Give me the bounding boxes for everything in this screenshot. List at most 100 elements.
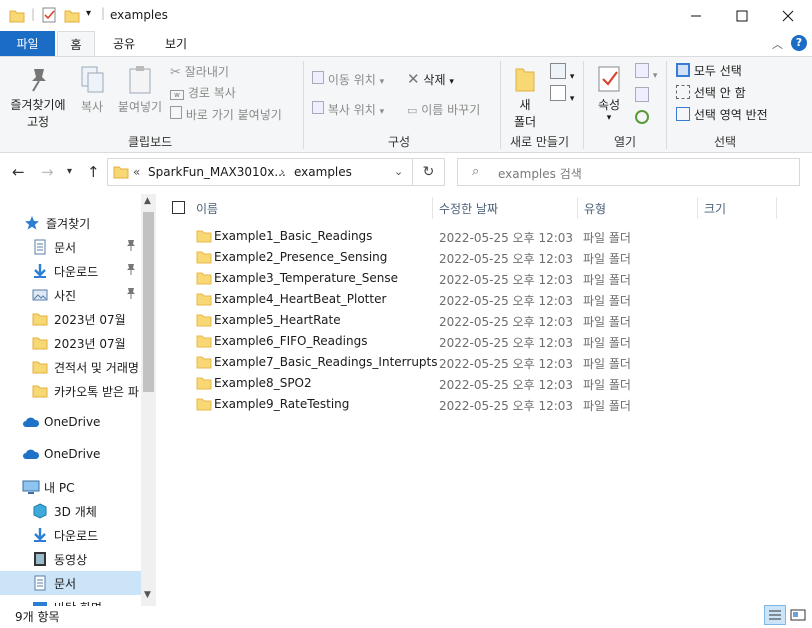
new-item-chevron-icon: ▾ xyxy=(569,72,575,82)
file-row[interactable]: Example6_FIFO_Readings 2022-05-25 오후 12:0… xyxy=(165,331,785,352)
column-divider[interactable] xyxy=(776,197,777,219)
maximize-button[interactable] xyxy=(719,0,765,32)
invert-selection-button[interactable]: 선택 영역 반전 xyxy=(676,106,768,123)
customize-chevron-icon[interactable]: ▾ xyxy=(86,8,91,19)
help-icon[interactable]: ? xyxy=(791,35,807,51)
file-row[interactable]: Example3_Temperature_Sense 2022-05-25 오후 … xyxy=(165,268,785,289)
file-type: 파일 폴더 xyxy=(583,273,631,287)
close-button[interactable] xyxy=(765,0,811,32)
column-header-size[interactable]: 크기 xyxy=(704,196,726,220)
column-header-name[interactable]: 이름 xyxy=(196,196,218,220)
column-divider[interactable] xyxy=(432,197,433,219)
up-arrow-icon[interactable]: ↑ xyxy=(87,163,100,181)
file-row[interactable]: Example4_HeartBeat_Plotter 2022-05-25 오후 … xyxy=(165,289,785,310)
copy-to-button[interactable]: 복사 위치 ▾ xyxy=(312,101,384,118)
nav-item[interactable]: 사진 xyxy=(0,283,142,307)
pin-to-quick-access-button[interactable]: 즐겨찾기에 고정 xyxy=(4,65,72,130)
open-button[interactable]: ▾ xyxy=(635,63,657,81)
search-box[interactable]: ⌕ examples 검색 xyxy=(457,158,800,186)
back-arrow-icon[interactable]: ← xyxy=(12,163,25,181)
copy-path-button[interactable]: w 경로 복사 xyxy=(170,84,236,101)
select-all-checkbox[interactable] xyxy=(172,201,185,214)
collapse-ribbon-icon[interactable]: ︿ xyxy=(772,36,783,52)
nav-scrollbar[interactable]: ▲ ▼ xyxy=(141,194,156,606)
nav-item[interactable]: 3D 개체 xyxy=(0,499,142,523)
select-none-button[interactable]: 선택 안 함 xyxy=(676,84,746,101)
tab-share[interactable]: 공유 xyxy=(104,31,144,56)
nav-item[interactable]: 다운로드 xyxy=(0,523,142,547)
folder-icon xyxy=(196,249,212,268)
rename-button[interactable]: ▭ 이름 바꾸기 xyxy=(407,101,480,118)
file-row[interactable]: Example1_Basic_Readings 2022-05-25 오후 12:… xyxy=(165,226,785,247)
pin-icon xyxy=(126,263,136,278)
new-item-button[interactable]: ▾ xyxy=(550,63,574,82)
tab-home[interactable]: 홈 xyxy=(57,31,95,57)
column-divider[interactable] xyxy=(697,197,698,219)
paste-shortcut-button[interactable]: 바로 가기 붙여넣기 xyxy=(170,106,282,123)
breadcrumb-current[interactable]: examples xyxy=(294,165,352,179)
scrollbar-thumb[interactable] xyxy=(143,212,154,392)
details-view-button[interactable] xyxy=(764,605,786,625)
minimize-button[interactable] xyxy=(673,0,719,32)
properties-quick-icon[interactable] xyxy=(41,7,57,26)
nav-item[interactable]: 문서 xyxy=(0,571,142,595)
nav-item[interactable]: 카카오톡 받은 파 xyxy=(0,379,142,403)
easy-access-button[interactable]: ▾ xyxy=(550,85,574,104)
file-name: Example9_RateTesting xyxy=(214,397,350,411)
nav-item[interactable]: 견적서 및 거래명 xyxy=(0,355,142,379)
nav-item-label: 문서 xyxy=(54,241,77,255)
large-icons-view-button[interactable] xyxy=(790,608,806,625)
new-folder-button[interactable]: 새 폴더 xyxy=(510,65,540,130)
new-item-icon xyxy=(550,63,566,79)
properties-button[interactable]: 속성 ▾ xyxy=(592,65,626,123)
address-bar[interactable]: « SparkFun_MAX3010x... › examples ⌄ xyxy=(107,158,413,186)
address-dropdown-icon[interactable]: ⌄ xyxy=(394,165,403,178)
select-all-button[interactable]: 모두 선택 xyxy=(676,62,742,79)
breadcrumb-separator-icon[interactable]: › xyxy=(280,165,285,179)
video-icon xyxy=(32,551,48,570)
tab-file[interactable]: 파일 xyxy=(0,31,55,56)
column-divider[interactable] xyxy=(577,197,578,219)
refresh-button[interactable]: ↻ xyxy=(413,158,445,186)
large-icons-view-icon xyxy=(790,609,806,621)
nav-item[interactable]: 2023년 07월 xyxy=(0,331,142,355)
column-header-type[interactable]: 유형 xyxy=(584,196,606,220)
nav-item[interactable]: 문서 xyxy=(0,235,142,259)
file-row[interactable]: Example7_Basic_Readings_Interrupts 2022-0… xyxy=(165,352,785,373)
file-row[interactable]: Example5_HeartRate 2022-05-25 오후 12:03 파일 … xyxy=(165,310,785,331)
history-button[interactable] xyxy=(635,110,649,127)
new-folder-icon xyxy=(515,68,535,92)
scissors-icon: ✂ xyxy=(170,65,181,80)
nav-item[interactable]: OneDrive xyxy=(0,443,142,467)
copy-to-icon xyxy=(312,101,324,114)
file-row[interactable]: Example2_Presence_Sensing 2022-05-25 오후 1… xyxy=(165,247,785,268)
nav-item[interactable]: 다운로드 xyxy=(0,259,142,283)
file-name: Example5_HeartRate xyxy=(214,313,341,327)
open-icon xyxy=(635,63,649,78)
forward-arrow-icon[interactable]: → xyxy=(41,163,54,181)
delete-x-icon: ✕ xyxy=(407,70,420,88)
nav-item[interactable]: OneDrive xyxy=(0,411,142,435)
copy-button[interactable]: 복사 xyxy=(76,65,108,115)
nav-item-label: OneDrive xyxy=(44,447,101,461)
breadcrumb-parent[interactable]: SparkFun_MAX3010x... xyxy=(148,165,286,179)
file-modified: 2022-05-25 오후 12:03 xyxy=(439,336,574,350)
tab-view[interactable]: 보기 xyxy=(156,31,196,56)
nav-item[interactable]: 동영상 xyxy=(0,547,142,571)
move-to-button[interactable]: 이동 위치 ▾ xyxy=(312,71,384,88)
column-header-modified[interactable]: 수정한 날짜 xyxy=(439,196,498,220)
nav-item[interactable]: 내 PC xyxy=(0,475,142,499)
edit-button[interactable] xyxy=(635,87,649,105)
scroll-up-icon[interactable]: ▲ xyxy=(144,196,151,206)
nav-item[interactable]: 2023년 07월 xyxy=(0,307,142,331)
overflow-breadcrumb[interactable]: « xyxy=(133,165,140,179)
scroll-down-icon[interactable]: ▼ xyxy=(144,590,151,600)
file-row[interactable]: Example9_RateTesting 2022-05-25 오후 12:03 파… xyxy=(165,394,785,415)
cut-button[interactable]: ✂ 잘라내기 xyxy=(170,63,229,80)
file-row[interactable]: Example8_SPO2 2022-05-25 오후 12:03 파일 폴더 xyxy=(165,373,785,394)
nav-item[interactable]: 즐겨찾기 xyxy=(0,211,142,235)
delete-button[interactable]: ✕ 삭제 ▾ xyxy=(407,70,454,88)
recent-locations-chevron-icon[interactable]: ▾ xyxy=(67,166,72,177)
paste-button[interactable]: 붙여넣기 xyxy=(114,65,166,115)
new-folder-quick-icon[interactable] xyxy=(64,8,80,27)
